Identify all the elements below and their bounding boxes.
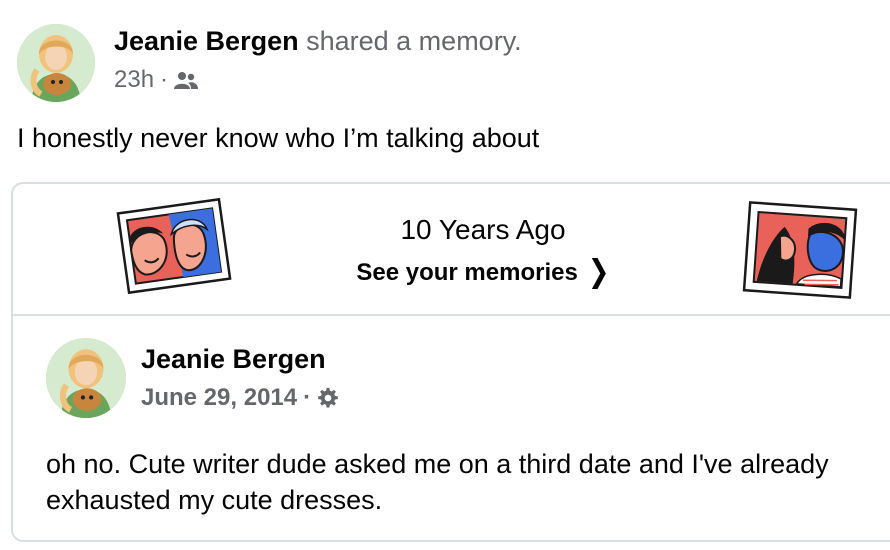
post-timestamp[interactable]: 23h (114, 66, 154, 94)
chevron-right-icon: ❯ (587, 252, 610, 289)
memory-post-meta: June 29, 2014 · (141, 384, 339, 412)
post-text: I honestly never know who I’m talking ab… (17, 123, 540, 153)
memory-banner[interactable]: 10 Years Ago See your memories ❯ (13, 184, 890, 316)
meta-separator: · (160, 66, 169, 93)
post-meta: 23h · (114, 66, 199, 94)
memory-author-name[interactable]: Jeanie Bergen (141, 344, 326, 375)
post-author-name[interactable]: Jeanie Bergen (114, 26, 299, 56)
memory-card: 10 Years Ago See your memories ❯ Jeanie … (11, 182, 890, 542)
couple-photo-illustration (739, 198, 861, 302)
see-memories-label: See your memories (356, 259, 578, 286)
memory-post-text: oh no. Cute writer dude asked me on a th… (46, 449, 829, 515)
friends-icon[interactable] (174, 70, 199, 90)
post-action-text: shared a memory. (306, 26, 522, 56)
meta-separator: · (303, 384, 312, 411)
memory-author-avatar[interactable] (46, 338, 126, 418)
gear-icon[interactable] (317, 387, 339, 409)
post-author-avatar[interactable] (17, 24, 95, 102)
memory-post-date[interactable]: June 29, 2014 (141, 384, 297, 412)
post-header-line: Jeanie Bergen shared a memory. (114, 26, 522, 57)
